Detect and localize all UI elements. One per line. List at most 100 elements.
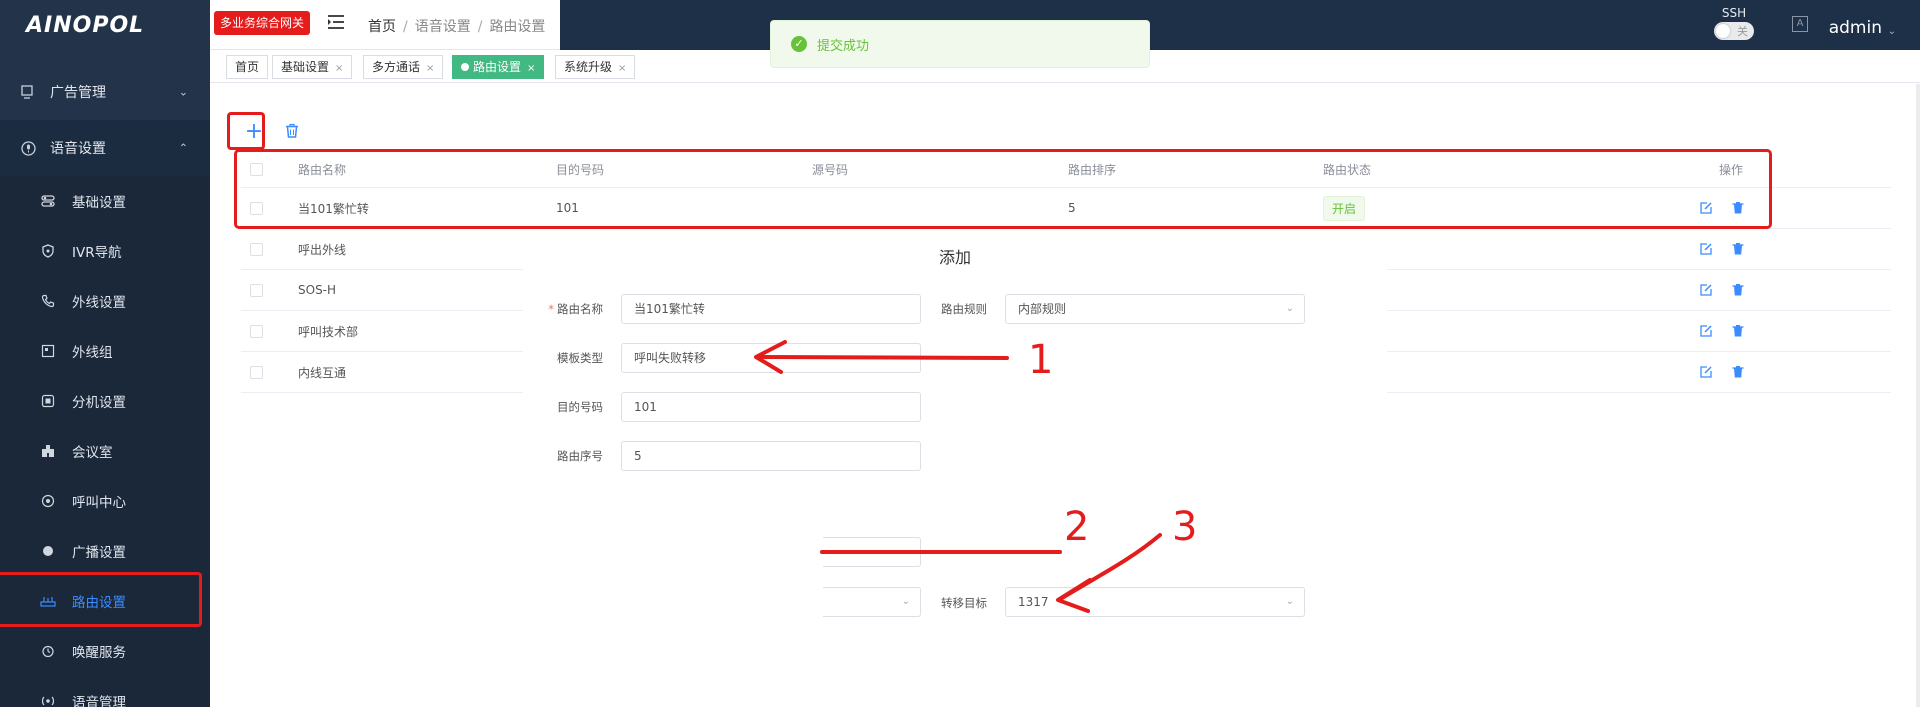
toggle-settings-icon	[40, 193, 56, 209]
cell-route-name: SOS-H	[298, 283, 337, 297]
ssh-label: SSH	[1721, 6, 1747, 20]
hidden-select-1[interactable]	[823, 537, 921, 567]
breadcrumb-separator: /	[477, 19, 483, 35]
edit-icon[interactable]	[1699, 324, 1713, 338]
tab-system-upgrade[interactable]: 系统升级 ×	[555, 55, 636, 79]
route-rule-value: 内部规则	[1018, 302, 1067, 316]
sidebar-item-conference[interactable]: 会议室	[0, 426, 210, 476]
sidebar-item-label: 外线设置	[72, 295, 126, 311]
route-name-label: 路由名称	[557, 302, 603, 316]
breadcrumb-separator: /	[403, 19, 408, 35]
annotation-box-add	[227, 112, 265, 150]
toggle-text: 关	[1737, 25, 1748, 38]
dest-number-label: 目的号码	[557, 400, 603, 414]
sidebar-item-label: 会议室	[72, 445, 113, 461]
required-mark: *	[548, 302, 554, 316]
headset-icon	[40, 493, 56, 509]
trash-icon[interactable]	[1731, 324, 1745, 338]
breadcrumb-routing: 路由设置	[489, 19, 546, 35]
route-rule-label: 路由规则	[941, 302, 987, 316]
cell-route-name: 内线互通	[298, 365, 347, 380]
tab-label: 多方通话	[372, 60, 421, 74]
tab-label: 首页	[235, 60, 260, 74]
close-icon[interactable]: ×	[426, 63, 434, 74]
sidebar-item-ivr[interactable]: IVR导航	[0, 226, 210, 276]
template-type-select[interactable]: 呼叫失败转移	[621, 343, 921, 373]
alarm-icon	[40, 643, 56, 659]
transfer-target-select[interactable]: 1317 ⌄	[1005, 587, 1305, 617]
sidebar-item-label: 基础设置	[72, 195, 126, 211]
chevron-down-icon: ⌄	[178, 85, 188, 99]
sidebar-item-voice-mgmt[interactable]: 语音管理	[0, 676, 210, 707]
shield-icon	[40, 243, 56, 259]
route-rule-select[interactable]: 内部规则 ⌄	[1005, 294, 1305, 324]
broadcast-icon	[40, 543, 56, 559]
scrollbar[interactable]	[1916, 84, 1920, 707]
sidebar-item-extension[interactable]: 分机设置	[0, 376, 210, 426]
transfer-target-label: 转移目标	[941, 596, 987, 610]
sidebar-group-voice[interactable]: 语音设置 ⌃	[0, 120, 210, 176]
tab-multi-party[interactable]: 多方通话 ×	[363, 55, 444, 79]
sidebar-item-label: 语音管理	[72, 695, 126, 707]
cell-route-name: 呼出外线	[298, 242, 347, 257]
success-toast: ✓ 提交成功	[770, 20, 1150, 68]
row-checkbox[interactable]	[250, 242, 263, 256]
grid-icon	[40, 343, 56, 359]
sidebar-item-trunk-group[interactable]: 外线组	[0, 326, 210, 376]
sidebar-item-broadcast[interactable]: 广播设置	[0, 526, 210, 576]
template-type-label: 模板类型	[557, 351, 603, 365]
tab-home[interactable]: 首页	[226, 55, 269, 79]
close-icon[interactable]: ×	[618, 63, 626, 74]
sidebar-group-ads[interactable]: 广告管理 ⌄	[0, 64, 210, 120]
add-dialog: 添加 * 路由名称 当101繁忙转 路由规则 内部规则 ⌄ 模板类型 呼叫失败转移 …	[523, 229, 1387, 707]
app-logo: AINOPOL	[26, 12, 145, 38]
user-name[interactable]: admin	[1829, 18, 1882, 38]
trash-icon[interactable]	[1731, 365, 1745, 379]
annotation-box-sidebar	[0, 572, 202, 627]
row-checkbox[interactable]	[250, 283, 263, 297]
edit-icon[interactable]	[1699, 283, 1713, 297]
breadcrumb-home[interactable]: 首页	[368, 19, 396, 35]
breadcrumb: 首页 / 语音设置 / 路由设置	[368, 16, 545, 36]
sidebar-item-label: 呼叫中心	[72, 495, 126, 511]
ssh-switch[interactable]: SSH 关	[1714, 6, 1754, 40]
ssh-toggle[interactable]: 关	[1714, 22, 1754, 40]
gateway-badge: 多业务综合网关	[214, 11, 311, 35]
chevron-up-icon: ⌃	[178, 141, 188, 155]
sidebar-item-basic[interactable]: 基础设置	[0, 176, 210, 226]
row-checkbox[interactable]	[250, 365, 263, 379]
annotation-box-table	[234, 149, 1772, 229]
sidebar-item-label: 广播设置	[72, 545, 126, 561]
close-icon[interactable]: ×	[335, 63, 343, 74]
row-checkbox[interactable]	[250, 324, 263, 338]
breadcrumb-voice[interactable]: 语音设置	[415, 19, 471, 35]
phone-icon	[40, 293, 56, 309]
edit-icon[interactable]	[1699, 242, 1713, 256]
sidebar-item-label: IVR导航	[72, 245, 122, 261]
sidebar-item-wakeup[interactable]: 唤醒服务	[0, 626, 210, 676]
trash-icon[interactable]	[1731, 283, 1745, 297]
sidebar-item-trunk[interactable]: 外线设置	[0, 276, 210, 326]
sidebar-item-label: 外线组	[72, 345, 113, 361]
avatar-icon[interactable]: A	[1792, 16, 1808, 32]
close-icon[interactable]: ×	[527, 63, 535, 74]
tab-basic-settings[interactable]: 基础设置 ×	[272, 55, 353, 79]
sidebar-item-label: 分机设置	[72, 395, 126, 411]
hamburger-icon[interactable]	[327, 14, 345, 30]
dialog-title: 添加	[938, 248, 971, 267]
extension-icon	[40, 393, 56, 409]
tab-routing[interactable]: 路由设置 ×	[452, 55, 545, 79]
sidebar-group-label: 广告管理	[50, 85, 106, 101]
sidebar-item-callcenter[interactable]: 呼叫中心	[0, 476, 210, 526]
delete-button[interactable]	[284, 123, 304, 143]
transfer-target-value: 1317	[1018, 595, 1049, 609]
toggle-knob	[1716, 24, 1730, 38]
trash-icon[interactable]	[1731, 242, 1745, 256]
route-seq-input[interactable]: 5	[621, 441, 921, 471]
dest-number-input[interactable]: 101	[621, 392, 921, 422]
edit-icon[interactable]	[1699, 365, 1713, 379]
chevron-down-icon: ⌄	[1285, 596, 1294, 607]
chevron-down-icon[interactable]: ⌄	[1888, 26, 1896, 37]
sidebar-submenu-voice: 基础设置 IVR导航 外线设置 外线组 分机设置 会议室 呼叫中心 广播设置 路…	[0, 176, 210, 707]
route-name-input[interactable]: 当101繁忙转	[621, 294, 921, 324]
